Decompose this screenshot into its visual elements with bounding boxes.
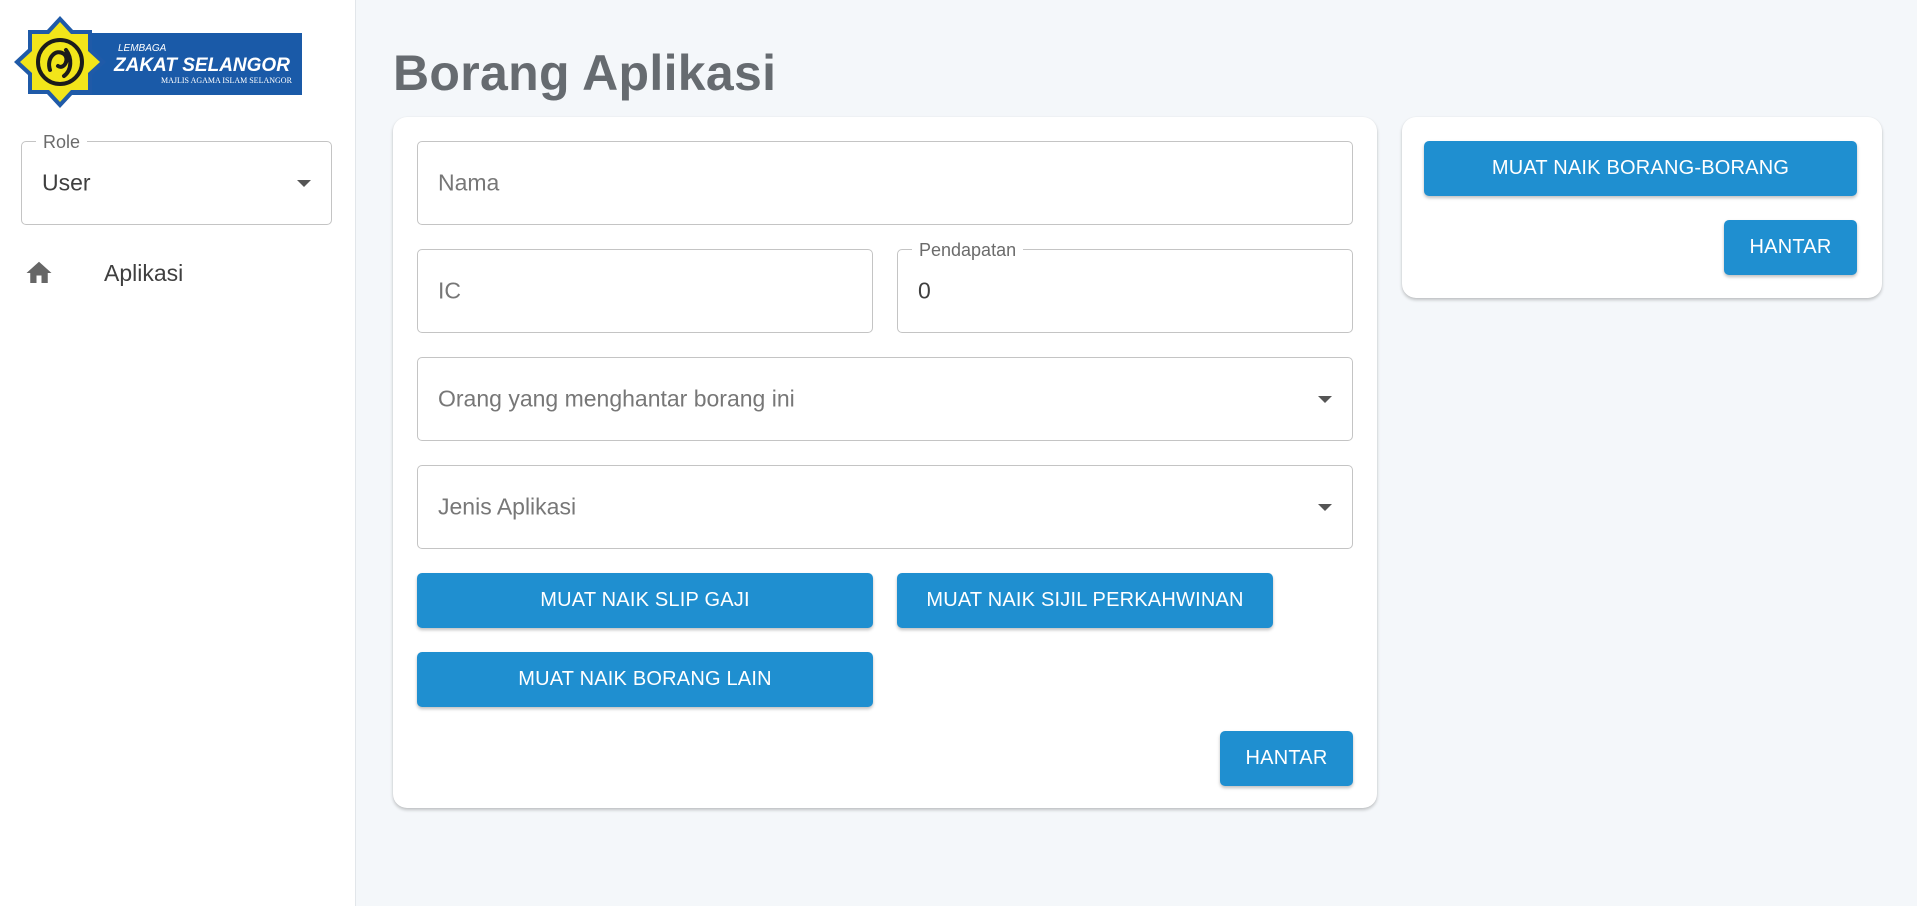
svg-text:MAJLIS AGAMA ISLAM SELANGOR: MAJLIS AGAMA ISLAM SELANGOR (161, 76, 293, 85)
svg-text:ZAKAT SELANGOR: ZAKAT SELANGOR (113, 55, 290, 76)
svg-text:LEMBAGA: LEMBAGA (118, 43, 167, 54)
application-form-card: Nama IC Pendapatan 0 Orang yang menghant… (393, 117, 1377, 808)
upload-borang-lain-button[interactable]: MUAT NAIK BORANG LAIN (417, 652, 873, 707)
pengirim-placeholder: Orang yang menghantar borang ini (438, 385, 795, 412)
upload-slip-gaji-button[interactable]: MUAT NAIK SLIP GAJI (417, 573, 873, 628)
jenis-aplikasi-select[interactable]: Jenis Aplikasi (417, 465, 1353, 549)
nama-input[interactable]: Nama (417, 141, 1353, 225)
ic-placeholder: IC (438, 277, 461, 304)
upload-sijil-perkahwinan-button[interactable]: MUAT NAIK SIJIL PERKAHWINAN (897, 573, 1273, 628)
sidebar-item-aplikasi[interactable]: Aplikasi (0, 244, 355, 302)
upload-borang-borang-button[interactable]: MUAT NAIK BORANG-BORANG (1424, 141, 1857, 196)
nama-placeholder: Nama (438, 169, 500, 196)
sidebar-item-label: Aplikasi (104, 260, 184, 286)
side-hantar-button[interactable]: HANTAR (1724, 220, 1857, 275)
chevron-down-icon (1318, 396, 1332, 403)
pendapatan-label: Pendapatan (912, 240, 1024, 260)
home-icon (24, 258, 54, 288)
zakat-selangor-logo: LEMBAGA ZAKAT SELANGOR MAJLIS AGAMA ISLA… (14, 14, 302, 110)
chevron-down-icon (1318, 504, 1332, 511)
pengirim-select[interactable]: Orang yang menghantar borang ini (417, 357, 1353, 441)
page-title: Borang Aplikasi (393, 45, 777, 101)
role-select-value: User (42, 169, 91, 196)
upload-forms-card: MUAT NAIK BORANG-BORANG HANTAR (1402, 117, 1882, 298)
ic-input[interactable]: IC (417, 249, 873, 333)
role-select-label: Role (36, 132, 88, 152)
jenis-aplikasi-placeholder: Jenis Aplikasi (438, 493, 577, 520)
pendapatan-value: 0 (918, 277, 931, 304)
role-select[interactable]: Role User (21, 132, 332, 225)
hantar-button[interactable]: HANTAR (1220, 731, 1353, 786)
pendapatan-input[interactable]: Pendapatan 0 (897, 240, 1353, 333)
sidebar: LEMBAGA ZAKAT SELANGOR MAJLIS AGAMA ISLA… (0, 0, 356, 906)
chevron-down-icon (297, 180, 311, 187)
